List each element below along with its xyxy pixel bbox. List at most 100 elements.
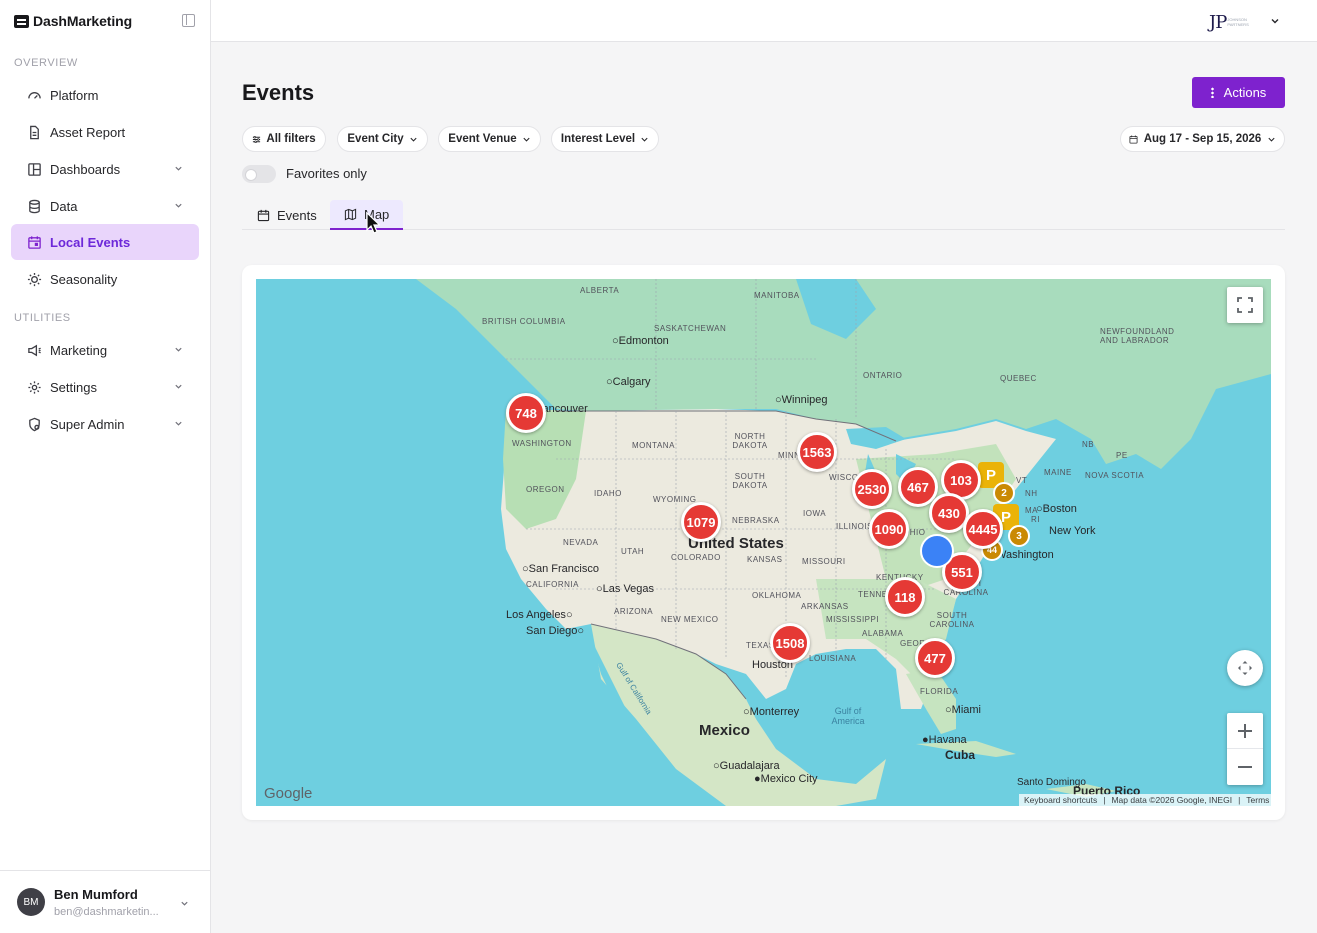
actions-button[interactable]: Actions [1192,77,1285,108]
fullscreen-button[interactable] [1227,287,1263,323]
sidebar-item-marketing[interactable]: Marketing [11,332,199,368]
event-cluster[interactable]: 477 [915,638,955,678]
sidebar-item-label: Asset Report [50,124,126,140]
sidebar-item-label: Local Events [50,234,131,250]
map-data-credit: Map data ©2026 Google, INEGI [1111,795,1233,805]
terms-link[interactable]: Terms [1246,795,1269,805]
dashboard-icon [26,161,42,177]
keyboard-shortcuts-link[interactable]: Keyboard shortcuts [1024,795,1097,805]
region-label: MAINE [1044,468,1072,477]
section-overview-label: OVERVIEW [14,57,78,69]
city-label: ●Havana [922,734,967,746]
current-location-marker[interactable] [920,534,954,568]
date-range-picker[interactable]: Aug 17 - Sep 15, 2026 [1120,126,1285,152]
minus-icon [1238,766,1252,768]
city-label: San Diego○ [526,625,585,637]
shield-icon [26,416,42,432]
avatar: BM [17,888,45,916]
sidebar-item-super-admin[interactable]: Super Admin [11,406,199,442]
user-card[interactable]: BM Ben Mumford ben@dashmarketin... [0,870,210,933]
sidebar-item-local-events[interactable]: Local Events [11,224,199,260]
fullscreen-icon [1237,297,1253,313]
region-label: MANITOBA [754,291,800,300]
sidebar-item-label: Dashboards [50,161,121,177]
event-cluster[interactable]: 1079 [681,502,721,542]
city-label: ○Winnipeg [775,394,828,406]
file-icon [26,124,42,140]
event-marker-small[interactable]: 3 [1008,525,1030,547]
region-label: OREGON [526,485,565,494]
account-logo[interactable]: JP JOHNSON PARTNERS [1209,9,1257,33]
date-range-label: Aug 17 - Sep 15, 2026 [1143,133,1262,145]
event-city-filter[interactable]: Event City [337,126,428,152]
sidebar-item-settings[interactable]: Settings [11,369,199,405]
chevron-down-icon[interactable] [180,899,189,908]
interest-level-filter[interactable]: Interest Level [551,126,659,152]
event-cluster[interactable]: 1090 [869,509,909,549]
sidebar-item-dashboards[interactable]: Dashboards [11,151,199,187]
user-name: Ben Mumford [54,887,138,902]
zoom-in-button[interactable] [1227,713,1263,749]
camera-control-button[interactable] [1227,650,1263,686]
events-map[interactable]: ALBERTA MANITOBA BRITISH COLUMBIA SASKAT… [256,279,1271,806]
google-logo: Google [264,785,313,802]
user-email: ben@dashmarketin... [54,906,159,918]
sidebar-item-label: Settings [50,379,97,395]
chip-label: Interest Level [560,133,636,145]
sidebar-collapse-icon[interactable] [182,14,195,27]
tab-events[interactable]: Events [243,200,331,230]
chip-label: All filters [266,133,316,145]
region-label: UTAH [621,547,645,556]
gear-icon [26,379,42,395]
chip-label: Event City [347,133,404,145]
topbar: JP JOHNSON PARTNERS [211,0,1317,42]
chip-label: Event Venue [448,133,517,145]
account-logo-text: JP [1209,12,1227,33]
region-label: OKLAHOMA [752,591,802,600]
all-filters-button[interactable]: All filters [242,126,326,152]
favorites-toggle[interactable] [242,165,276,183]
city-label: ○San Francisco [522,563,599,575]
event-cluster[interactable]: 2530 [852,469,892,509]
event-cluster[interactable]: 1508 [770,623,810,663]
city-label: ○Boston [1036,503,1077,515]
city-label: New York [1049,525,1096,537]
region-label: NEBRASKA [732,516,780,525]
region-label: NB [1082,440,1095,449]
sidebar-item-seasonality[interactable]: Seasonality [11,261,199,297]
chevron-down-icon [410,137,417,142]
event-cluster[interactable]: 4445 [963,509,1003,549]
tab-label: Events [277,207,317,223]
brand-name: DashMarketing [33,13,133,29]
country-label: Mexico [699,722,750,739]
map-icon [344,208,357,220]
region-label: ARKANSAS [801,602,849,611]
page-title: Events [242,80,315,105]
region-label: PE [1116,451,1128,460]
event-marker-small[interactable]: 2 [993,482,1015,504]
region-label: VT [1016,476,1028,485]
region-label: IOWA [803,509,827,518]
chevron-down-icon [175,347,182,352]
calendar-icon [26,234,42,250]
event-cluster[interactable]: 748 [506,393,546,433]
region-label: SOUTH DAKOTA [732,472,768,490]
sidebar-item-platform[interactable]: Platform [11,77,199,113]
event-cluster[interactable]: 1563 [797,432,837,472]
sidebar-item-asset-report[interactable]: Asset Report [11,114,199,150]
region-label: LOUISIANA [809,654,857,663]
region-label: WASHINGTON [512,439,572,448]
city-label: ○Guadalajara [713,760,780,772]
brand[interactable]: DashMarketing [14,12,132,30]
chevron-down-icon [1268,137,1275,142]
sun-icon [26,271,42,287]
zoom-out-button[interactable] [1227,749,1263,785]
sidebar-item-data[interactable]: Data [11,188,199,224]
event-venue-filter[interactable]: Event Venue [438,126,541,152]
account-menu-chevron-icon[interactable] [1270,16,1280,26]
region-label: NEWFOUNDLAND AND LABRADOR [1100,327,1175,345]
water-label: Gulf of America [831,706,865,726]
event-cluster[interactable]: 118 [885,577,925,617]
chevron-down-icon [175,421,182,426]
city-label: ○Monterrey [743,706,800,718]
